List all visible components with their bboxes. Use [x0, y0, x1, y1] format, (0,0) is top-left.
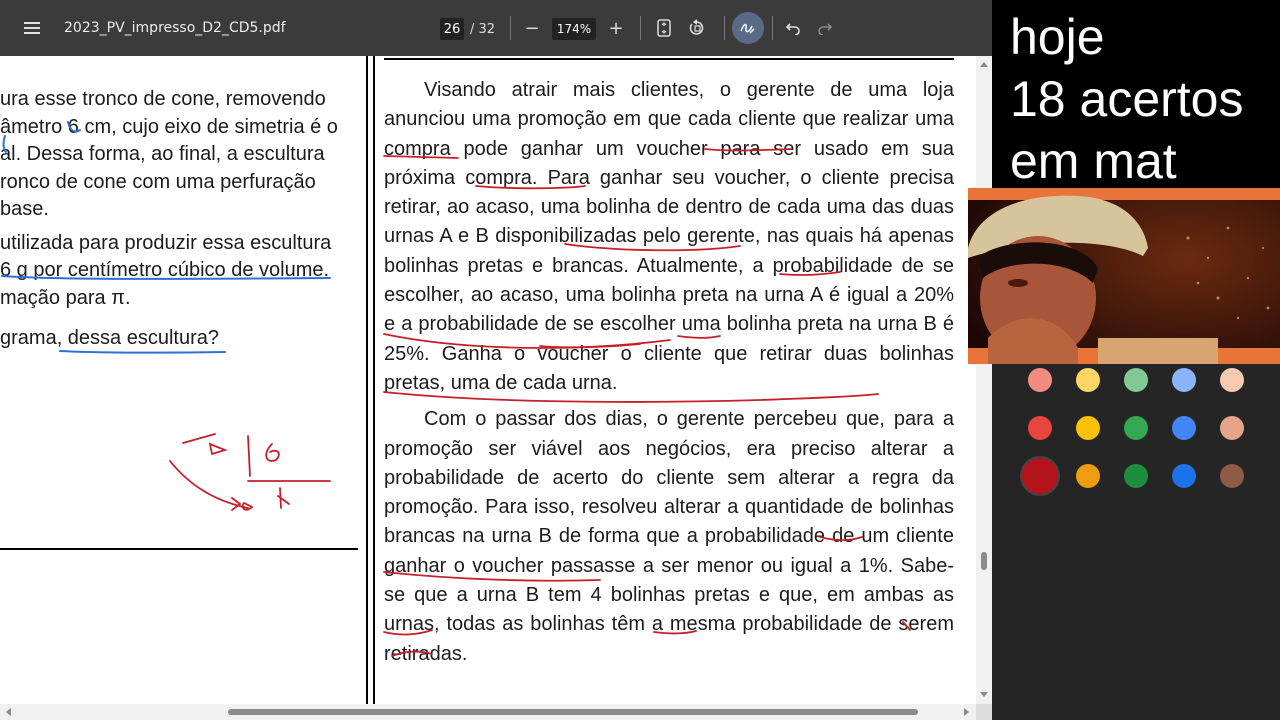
color-swatch[interactable]: [1220, 416, 1244, 440]
color-swatch[interactable]: [1076, 368, 1100, 392]
zoom-in-button[interactable]: +: [602, 14, 630, 42]
webcam-image: [968, 188, 1280, 364]
toolbar-divider: [640, 16, 641, 40]
overlay-line: em mat: [1010, 133, 1177, 189]
file-name: 2023_PV_impresso_D2_CD5.pdf: [64, 20, 286, 36]
webcam-feed: [968, 188, 1280, 364]
fit-page-icon[interactable]: [650, 14, 678, 42]
text-line: al. Dessa forma, ao final, a escultura: [0, 143, 325, 165]
column-divider: [366, 56, 368, 704]
vertical-scrollbar[interactable]: [976, 56, 992, 704]
color-swatch[interactable]: [1076, 416, 1100, 440]
horizontal-scrollbar[interactable]: [0, 704, 976, 720]
question-paragraph-2: Com o passar dos dias, o gerente percebe…: [384, 408, 954, 665]
right-column-text: Visando atrair mais clientes, o gerente …: [384, 76, 954, 676]
page-total: / 32: [470, 21, 496, 37]
pdf-page-content: ura esse tronco de cone, removendo âmetr…: [0, 56, 976, 704]
rotate-icon[interactable]: [683, 14, 711, 42]
text-line: mação para π.: [0, 286, 131, 309]
color-swatch[interactable]: [1220, 464, 1244, 488]
color-swatch[interactable]: [1028, 416, 1052, 440]
toolbar-divider: [724, 16, 725, 40]
color-swatch[interactable]: [1124, 368, 1148, 392]
color-swatch[interactable]: [1172, 368, 1196, 392]
scroll-down-arrow-icon[interactable]: [980, 692, 988, 697]
stream-overlay-text: hoje 18 acertos em mat: [1010, 6, 1280, 192]
text-line: utilizada para produzir essa escultura: [0, 231, 332, 254]
overlay-line: 18 acertos: [1010, 71, 1244, 127]
horizontal-scroll-thumb[interactable]: [228, 709, 918, 715]
color-swatch[interactable]: [1028, 368, 1052, 392]
scroll-left-arrow-icon[interactable]: [6, 708, 11, 716]
text-line: grama, dessa escultura?: [0, 327, 220, 349]
toolbar-divider: [510, 16, 511, 40]
scroll-up-arrow-icon[interactable]: [980, 62, 988, 67]
vertical-scroll-thumb[interactable]: [981, 552, 987, 570]
color-swatch[interactable]: [1220, 368, 1244, 392]
right-section-rule: [384, 58, 954, 60]
scroll-right-arrow-icon[interactable]: [964, 708, 969, 716]
draw-icon[interactable]: [732, 12, 764, 44]
toolbar: 2023_PV_impresso_D2_CD5.pdf 26 / 32 − 17…: [0, 0, 992, 56]
zoom-out-button[interactable]: −: [518, 14, 546, 42]
left-column-text: ura esse tronco de cone, removendo âmetr…: [0, 86, 360, 353]
redo-icon[interactable]: [811, 14, 839, 42]
overlay-line: hoje: [1010, 9, 1105, 65]
hamburger-menu-icon[interactable]: [20, 16, 44, 40]
color-swatch-selected[interactable]: [1022, 458, 1058, 494]
color-palette: [992, 364, 1280, 720]
question-paragraph-1: Visando atrair mais clientes, o gerente …: [384, 79, 954, 394]
color-swatch[interactable]: [1076, 464, 1100, 488]
text-line: âmetro 6 cm, cujo eixo de simetria é o: [0, 115, 338, 138]
left-section-rule: [0, 548, 358, 550]
undo-icon[interactable]: [779, 14, 807, 42]
color-swatch[interactable]: [1124, 416, 1148, 440]
color-swatch[interactable]: [1172, 464, 1196, 488]
color-swatch[interactable]: [1172, 416, 1196, 440]
column-divider: [373, 56, 375, 704]
text-line: ronco de cone com uma perfuração: [0, 170, 316, 193]
text-line: ura esse tronco de cone, removendo: [0, 88, 326, 110]
toolbar-divider: [772, 16, 773, 40]
color-swatch[interactable]: [1124, 464, 1148, 488]
pdf-viewer: 2023_PV_impresso_D2_CD5.pdf 26 / 32 − 17…: [0, 0, 992, 720]
page-number-input[interactable]: 26: [440, 18, 464, 40]
scrollbar-corner: [976, 704, 992, 720]
text-line: base.: [0, 198, 49, 220]
zoom-level-input[interactable]: 174%: [552, 18, 596, 40]
text-line: 6 g por centímetro cúbico de volume.: [0, 259, 330, 281]
